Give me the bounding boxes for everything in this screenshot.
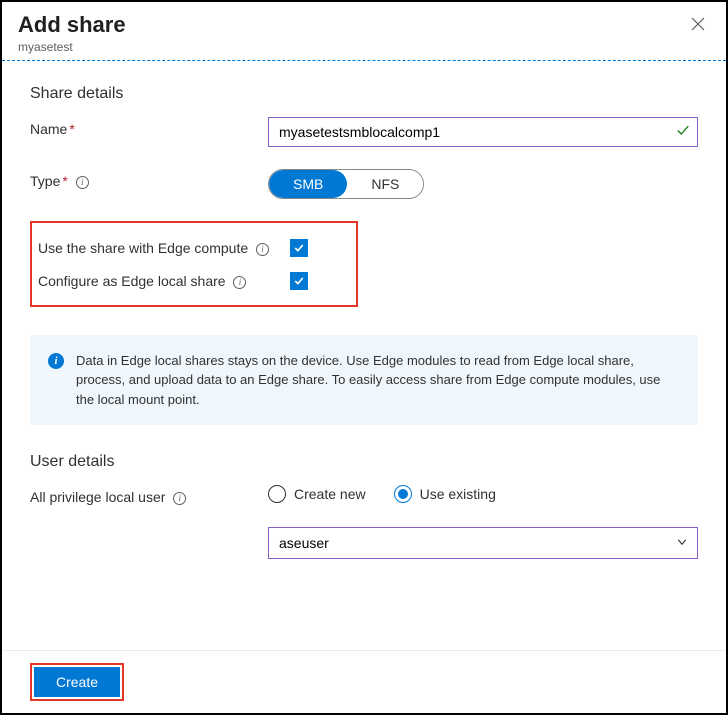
radio-use-existing[interactable]: Use existing [394,485,496,503]
type-option-nfs[interactable]: NFS [347,170,423,198]
edge-options-highlight: Use the share with Edge compute i Config… [30,221,358,307]
share-details-heading: Share details [30,85,698,103]
info-icon[interactable]: i [76,176,89,189]
panel-subtitle: myasetest [18,40,126,54]
type-label: Type* i [30,169,268,189]
panel-footer: Create [2,650,726,713]
edge-local-label: Configure as Edge local share i [38,272,290,291]
add-share-panel: Add share myasetest Share details Name* [0,0,728,715]
edge-local-checkbox[interactable] [290,272,308,290]
privilege-label: All privilege local user i [30,485,268,505]
radio-create-new-label: Create new [294,486,366,502]
name-row: Name* [30,117,698,147]
panel-header: Add share myasetest [2,2,726,60]
info-icon[interactable]: i [173,492,186,505]
radio-create-new[interactable]: Create new [268,485,366,503]
info-icon[interactable]: i [256,243,269,256]
user-details-heading: User details [30,453,698,471]
create-button-highlight: Create [30,663,124,701]
type-toggle: SMB NFS [268,169,424,199]
panel-body: Share details Name* Type* i S [2,61,726,650]
radio-use-existing-label: Use existing [420,486,496,502]
user-radio-group: Create new Use existing [268,485,698,503]
privilege-row: All privilege local user i Create new Us… [30,485,698,559]
edge-compute-checkbox[interactable] [290,239,308,257]
info-callout-text: Data in Edge local shares stays on the d… [76,351,680,410]
share-name-input[interactable] [268,117,698,147]
type-row: Type* i SMB NFS [30,169,698,199]
create-button[interactable]: Create [34,667,120,697]
type-option-smb[interactable]: SMB [269,170,347,198]
edge-local-row: Configure as Edge local share i [38,272,344,291]
close-icon[interactable] [686,12,710,39]
edge-compute-row: Use the share with Edge compute i [38,239,344,258]
info-icon[interactable]: i [233,276,246,289]
name-label: Name* [30,117,268,137]
required-marker: * [69,121,74,137]
info-filled-icon: i [48,353,64,369]
panel-title: Add share [18,12,126,38]
info-callout: i Data in Edge local shares stays on the… [30,335,698,426]
required-marker: * [62,173,67,189]
user-select[interactable]: aseuser [268,527,698,559]
edge-compute-label: Use the share with Edge compute i [38,239,290,258]
